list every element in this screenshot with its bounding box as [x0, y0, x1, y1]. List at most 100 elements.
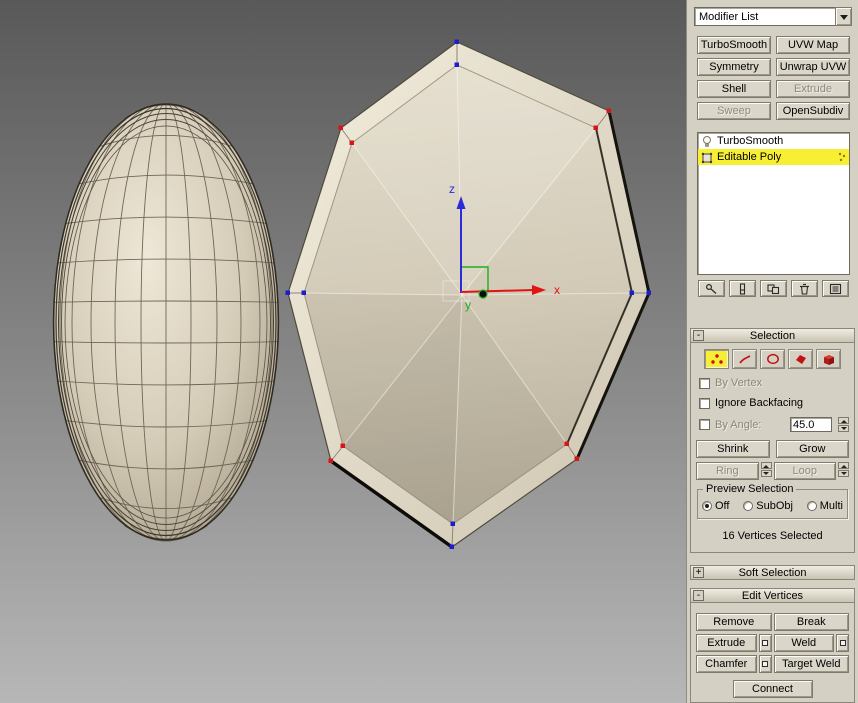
settings-box-icon — [762, 640, 768, 646]
axis-label-x: x — [554, 283, 560, 297]
extrude-button[interactable]: Extrude — [696, 634, 757, 652]
target-weld-button[interactable]: Target Weld — [774, 655, 850, 673]
selection-status-text: 16 Vertices Selected — [696, 530, 849, 542]
ring-button[interactable]: Ring — [696, 462, 759, 480]
make-unique-button[interactable] — [760, 280, 787, 297]
element-mode-button[interactable] — [816, 349, 841, 369]
border-icon — [764, 352, 782, 366]
3d-viewport[interactable]: z x y — [0, 0, 686, 703]
selection-rollout-body: By Vertex Ignore Backfacing By Angle: Sh… — [690, 343, 855, 553]
rollout-title: Edit Vertices — [742, 590, 803, 602]
polygon-icon — [792, 352, 810, 366]
break-button[interactable]: Break — [774, 613, 850, 631]
radio-icon — [743, 501, 753, 511]
preview-off-option[interactable]: Off — [702, 500, 729, 512]
edge-mode-button[interactable] — [732, 349, 757, 369]
up-arrow-icon — [841, 462, 847, 468]
command-panel: Modifier List TurboSmooth UVW Map Symmet… — [686, 0, 858, 703]
settings-box-icon — [840, 640, 846, 646]
ring-spinner — [761, 462, 772, 480]
gizmo-center-point — [479, 290, 487, 298]
by-angle-checkbox[interactable] — [699, 419, 710, 430]
down-arrow-icon — [763, 472, 769, 478]
spinner-up-button[interactable] — [838, 417, 849, 424]
angle-input[interactable] — [790, 417, 832, 432]
stack-item-turbosmooth[interactable]: TurboSmooth — [698, 133, 849, 149]
dropdown-arrow-button[interactable] — [835, 7, 852, 26]
spinner-up-button[interactable] — [838, 462, 849, 469]
settings-box-icon — [762, 661, 768, 667]
editable-poly-icon — [701, 151, 713, 164]
edge-icon — [736, 352, 754, 366]
grow-button[interactable]: Grow — [776, 440, 850, 458]
radio-icon — [807, 501, 817, 511]
preview-selection-options: Off SubObj Multi — [701, 500, 844, 512]
loop-spinner — [838, 462, 849, 480]
opensubdiv-modifier-button[interactable]: OpenSubdiv — [776, 102, 850, 120]
preview-subobj-label: SubObj — [756, 500, 793, 512]
show-end-result-icon — [735, 283, 750, 295]
connect-row: Connect — [696, 680, 849, 698]
uvw-map-modifier-button[interactable]: UVW Map — [776, 36, 850, 54]
spinner-down-button[interactable] — [838, 470, 849, 477]
up-arrow-icon — [763, 462, 769, 468]
remove-button[interactable]: Remove — [696, 613, 772, 631]
stack-item-label: Editable Poly — [717, 151, 834, 163]
trash-icon — [797, 283, 812, 295]
chevron-down-icon — [840, 15, 848, 24]
vertex-mode-button[interactable] — [704, 349, 729, 369]
weld-settings-button[interactable] — [836, 634, 849, 652]
rollout-title: Selection — [750, 330, 795, 342]
sweep-modifier-button[interactable]: Sweep — [697, 102, 771, 120]
configure-modifier-sets-button[interactable] — [822, 280, 849, 297]
connect-button[interactable]: Connect — [733, 680, 813, 698]
remove-modifier-button[interactable] — [791, 280, 818, 297]
shrink-button[interactable]: Shrink — [696, 440, 770, 458]
preview-subobj-option[interactable]: SubObj — [743, 500, 793, 512]
loop-button[interactable]: Loop — [774, 462, 837, 480]
by-vertex-row: By Vertex — [699, 377, 849, 389]
spinner-up-button[interactable] — [761, 462, 772, 469]
rollout-title: Soft Selection — [739, 567, 807, 579]
subobject-mode-row — [696, 349, 849, 369]
border-mode-button[interactable] — [760, 349, 785, 369]
modifier-list-value[interactable]: Modifier List — [694, 7, 835, 26]
modifier-button-set: TurboSmooth UVW Map Symmetry Unwrap UVW … — [697, 36, 850, 120]
element-icon — [820, 352, 838, 366]
preview-multi-option[interactable]: Multi — [807, 500, 843, 512]
soft-selection-rollout-header[interactable]: + Soft Selection — [690, 565, 855, 580]
lightbulb-icon — [701, 135, 713, 148]
shrink-grow-row: Shrink Grow — [696, 440, 849, 458]
chamfer-settings-button[interactable] — [759, 655, 772, 673]
selection-rollout-header[interactable]: - Selection — [690, 328, 855, 343]
modifier-stack: TurboSmooth Editable Poly — [697, 132, 850, 275]
vertex-icon — [708, 352, 726, 366]
extrude-settings-button[interactable] — [759, 634, 772, 652]
pin-icon — [704, 283, 719, 295]
spinner-down-button[interactable] — [838, 425, 849, 432]
radio-icon — [702, 501, 712, 511]
symmetry-modifier-button[interactable]: Symmetry — [697, 58, 771, 76]
subobject-indicator-icon — [838, 151, 846, 163]
unwrap-uvw-modifier-button[interactable]: Unwrap UVW — [776, 58, 850, 76]
polygon-mode-button[interactable] — [788, 349, 813, 369]
up-arrow-icon — [841, 417, 847, 423]
rollout-collapse-toggle[interactable]: - — [693, 590, 704, 601]
edit-vertices-rollout-header[interactable]: - Edit Vertices — [690, 588, 855, 603]
down-arrow-icon — [841, 427, 847, 433]
chamfer-button[interactable]: Chamfer — [696, 655, 757, 673]
rollout-expand-toggle[interactable]: + — [693, 567, 704, 578]
spinner-down-button[interactable] — [761, 470, 772, 477]
rollout-collapse-toggle[interactable]: - — [693, 330, 704, 341]
extrude-modifier-button[interactable]: Extrude — [776, 80, 850, 98]
turbosmooth-modifier-button[interactable]: TurboSmooth — [697, 36, 771, 54]
pin-stack-button[interactable] — [698, 280, 725, 297]
stack-item-editable-poly[interactable]: Editable Poly — [698, 149, 849, 165]
modifier-list-dropdown[interactable]: Modifier List — [694, 7, 852, 26]
ignore-backfacing-checkbox[interactable] — [699, 398, 710, 409]
edit-vertices-rollout-body: Remove Break Extrude Weld Chamfer Target… — [690, 603, 855, 703]
weld-button[interactable]: Weld — [774, 634, 835, 652]
show-end-result-button[interactable] — [729, 280, 756, 297]
by-vertex-checkbox[interactable] — [699, 378, 710, 389]
shell-modifier-button[interactable]: Shell — [697, 80, 771, 98]
